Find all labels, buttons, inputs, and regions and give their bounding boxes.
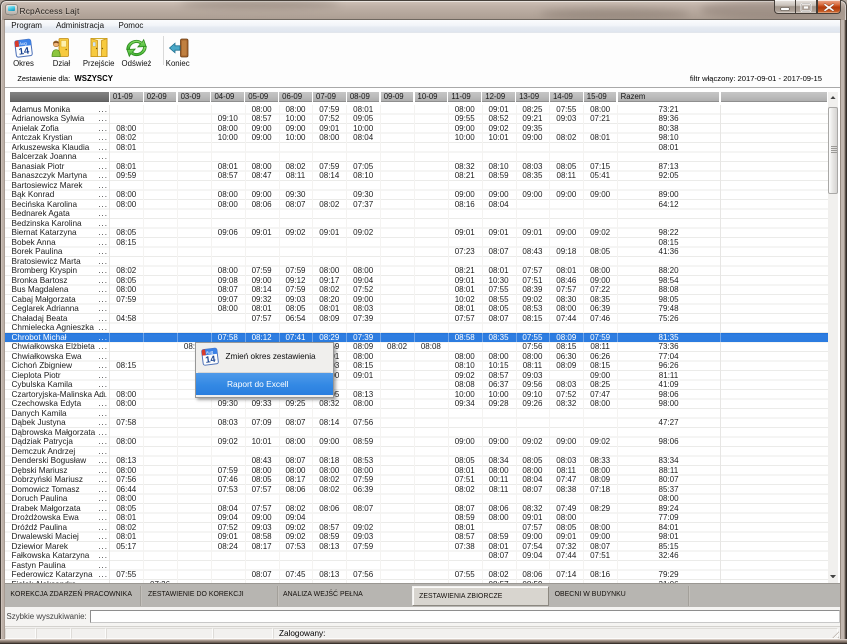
svg-text:14: 14 (205, 354, 216, 365)
svg-text:14: 14 (18, 45, 31, 57)
